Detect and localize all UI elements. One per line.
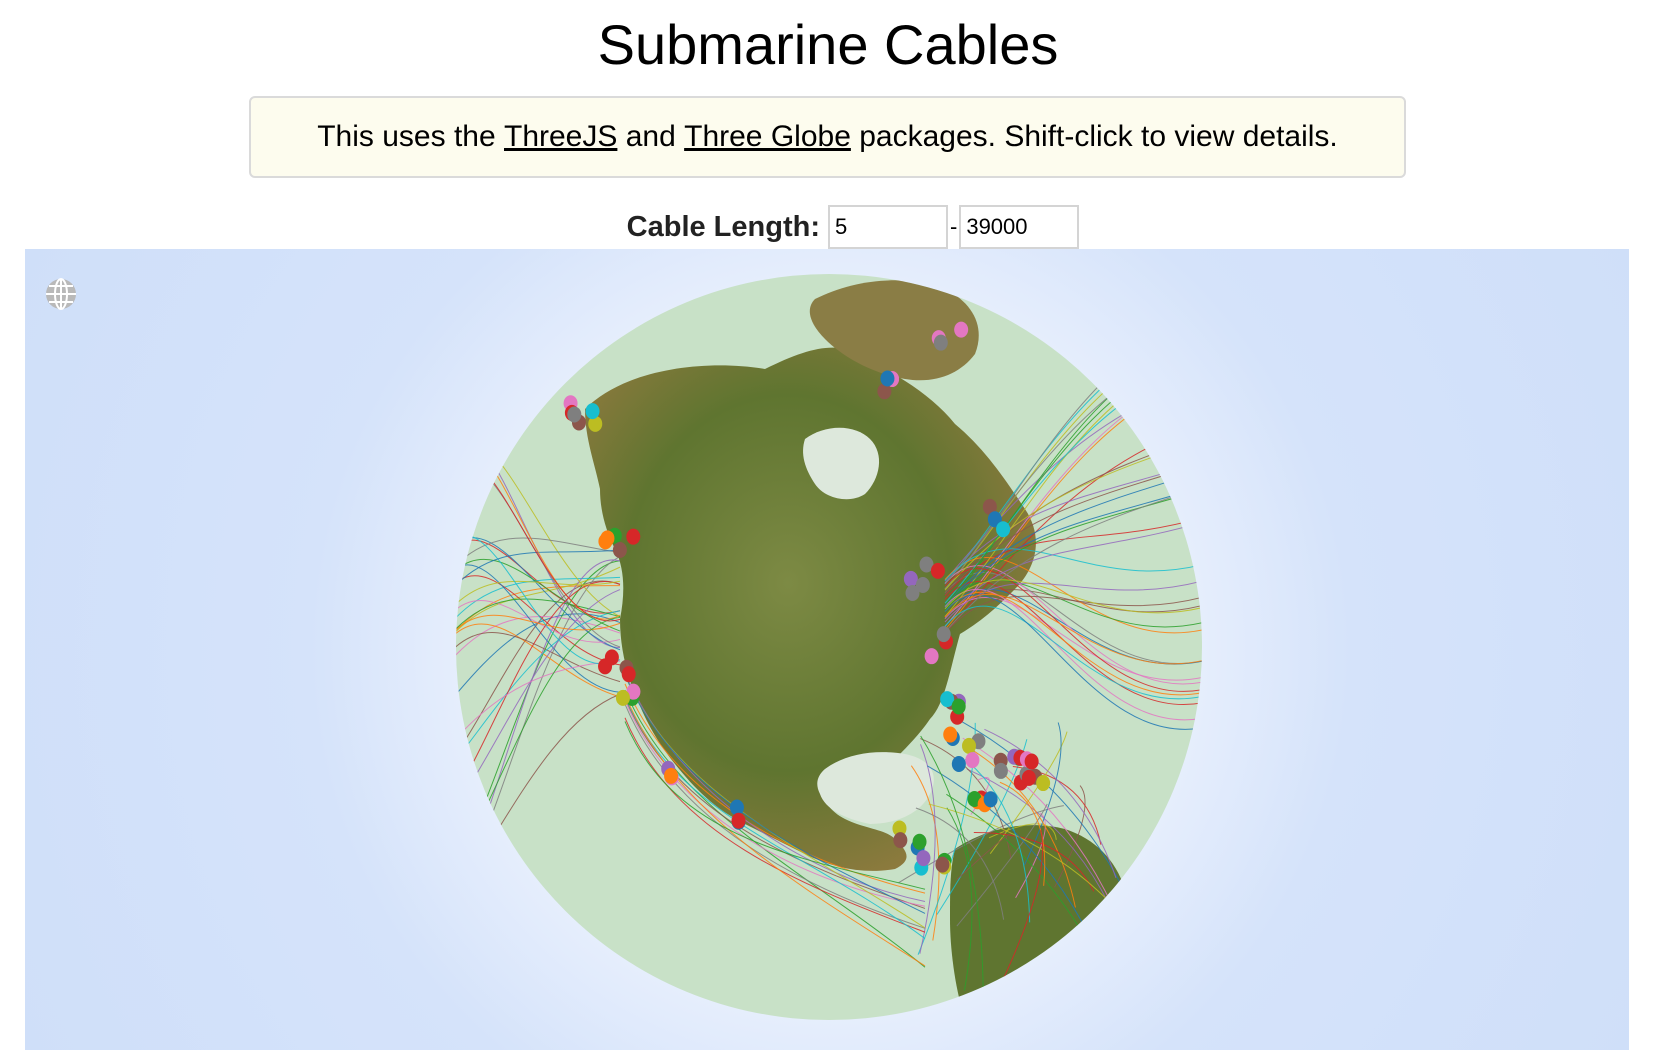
landing-point[interactable] (930, 562, 945, 579)
page-title: Submarine Cables (597, 13, 1059, 76)
landing-point[interactable] (936, 626, 951, 643)
notice-text-prefix: This uses the (317, 120, 504, 153)
landing-point[interactable] (598, 658, 613, 675)
three-globe-link[interactable]: Three Globe (684, 120, 851, 154)
cable-length-filter: Cable Length: - (0, 204, 1656, 250)
landing-point[interactable] (943, 726, 958, 743)
landing-point[interactable] (600, 530, 615, 547)
notice-text-middle: and (617, 120, 685, 153)
landing-point[interactable] (916, 850, 931, 867)
landing-point[interactable] (954, 321, 969, 338)
landing-point[interactable] (1036, 775, 1051, 792)
cable-length-label: Cable Length: (626, 210, 820, 243)
landing-point[interactable] (903, 570, 918, 587)
min-length-input[interactable] (828, 205, 948, 249)
landing-point[interactable] (924, 648, 939, 665)
info-notice: This uses the ThreeJS and Three Globe pa… (249, 96, 1406, 178)
landing-point[interactable] (905, 584, 920, 601)
landing-point[interactable] (1024, 753, 1039, 770)
landing-point[interactable] (951, 755, 966, 772)
landing-point[interactable] (935, 856, 950, 873)
landing-point[interactable] (965, 752, 980, 769)
landing-point[interactable] (664, 767, 679, 784)
landing-point[interactable] (993, 762, 1008, 779)
range-separator: - (950, 214, 958, 239)
landing-point[interactable] (983, 791, 998, 808)
landing-point[interactable] (933, 334, 948, 351)
landing-point[interactable] (615, 689, 630, 706)
landing-point[interactable] (996, 521, 1011, 538)
threejs-link[interactable]: ThreeJS (504, 120, 617, 154)
globe-viewport[interactable] (25, 249, 1629, 1050)
landing-point[interactable] (585, 403, 600, 420)
notice-text-suffix: packages. Shift-click to view details. (850, 120, 1338, 153)
landing-point[interactable] (626, 528, 641, 545)
landing-point[interactable] (612, 541, 627, 558)
landing-point[interactable] (731, 812, 746, 829)
max-length-input[interactable] (959, 205, 1080, 249)
landing-point[interactable] (893, 832, 908, 849)
globe-canvas[interactable] (25, 249, 1629, 1050)
landing-point[interactable] (912, 833, 927, 850)
landing-point[interactable] (951, 698, 966, 715)
landing-point[interactable] (962, 737, 977, 754)
landing-point[interactable] (880, 370, 895, 387)
landing-point[interactable] (1021, 769, 1036, 786)
landing-point[interactable] (567, 406, 582, 423)
landing-point[interactable] (621, 666, 636, 683)
